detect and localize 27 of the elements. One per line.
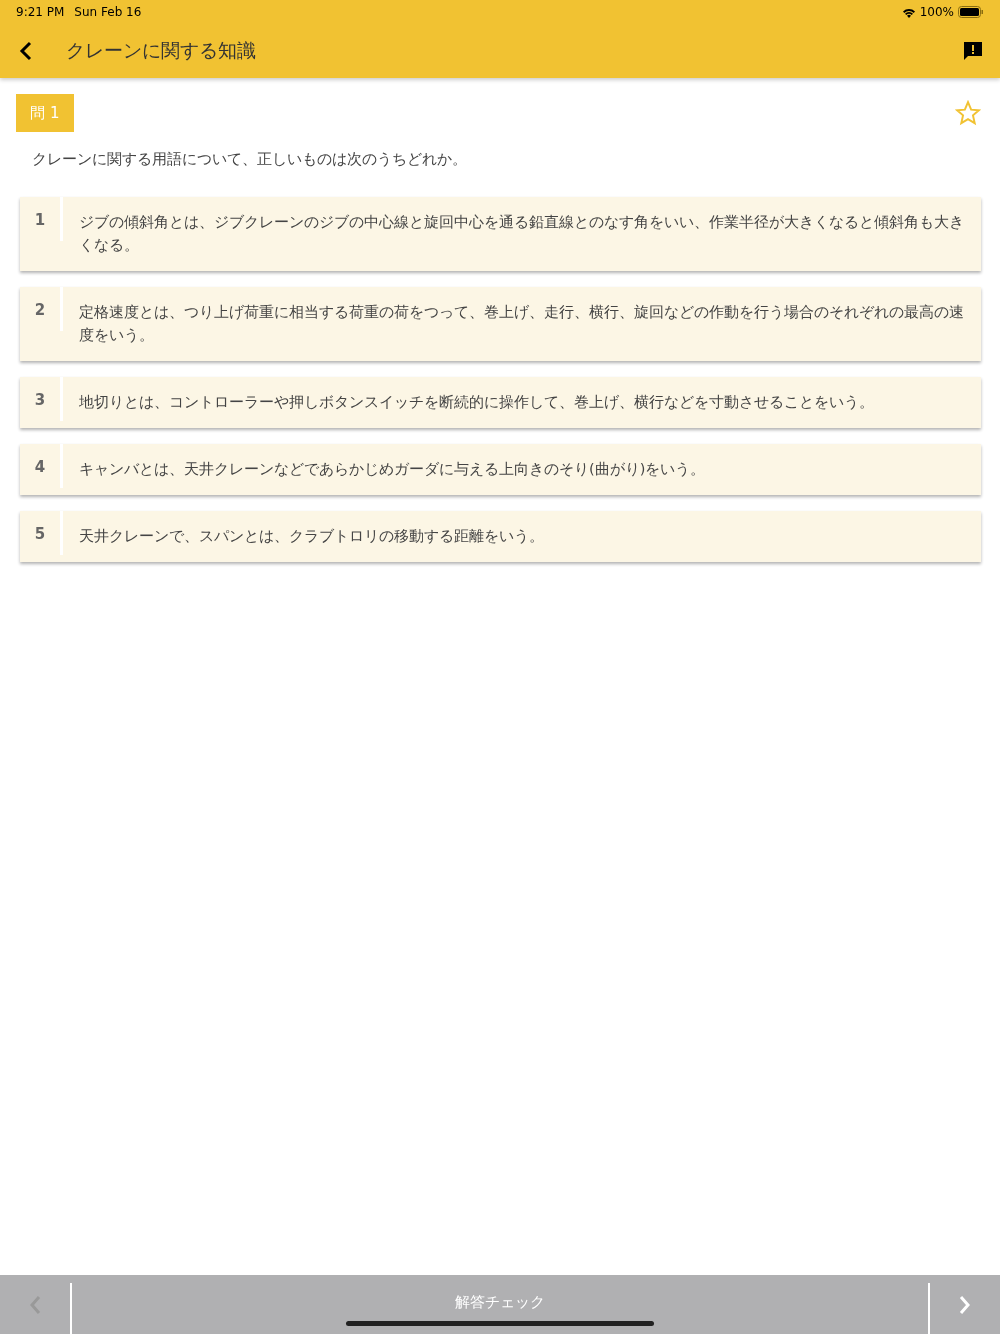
report-icon[interactable]	[962, 40, 984, 62]
option-number: 3	[20, 377, 63, 421]
answer-option[interactable]: 2 定格速度とは、つり上げ荷重に相当する荷重の荷をつって、巻上げ、走行、横行、旋回などの作動を行う場合のそれぞれの最高の速度をいう。	[20, 287, 981, 361]
option-number: 4	[20, 444, 63, 488]
question-text: クレーンに関する用語について、正しいものは次のうちどれか。	[32, 150, 468, 169]
chevron-left-icon	[28, 1293, 42, 1316]
wifi-icon	[901, 6, 916, 18]
answer-option[interactable]: 3 地切りとは、コントローラーや押しボタンスイッチを断続的に操作して、巻上げ、横行などを寸動させることをいう。	[20, 377, 981, 428]
option-text: キャンバとは、天井クレーンなどであらかじめガーダに与える上向きのそり(曲がり)をいう。	[78, 460, 707, 479]
chevron-right-icon	[958, 1293, 972, 1316]
status-date: Sun Feb 16	[74, 5, 142, 19]
option-number: 5	[20, 511, 63, 555]
option-number: 2	[20, 287, 63, 331]
answer-option[interactable]: 4 キャンバとは、天井クレーンなどであらかじめガーダに与える上向きのそり(曲がり)をいう。	[20, 444, 981, 495]
screen-title: クレーンに関する知識	[66, 38, 257, 63]
option-text: 地切りとは、コントローラーや押しボタンスイッチを断続的に操作して、巻上げ、横行などを寸動させることをいう。	[78, 393, 875, 412]
option-number: 1	[20, 197, 63, 241]
answer-option[interactable]: 5 天井クレーンで、スパンとは、クラブトロリの移動する距離をいう。	[20, 511, 981, 562]
status-time: 9:21 PM	[16, 5, 65, 19]
option-text: 天井クレーンで、スパンとは、クラブトロリの移動する距離をいう。	[78, 527, 545, 546]
star-icon[interactable]	[955, 100, 981, 126]
question-number: 問 1	[16, 94, 74, 132]
battery-icon	[958, 6, 984, 18]
battery-percent: 100%	[919, 5, 954, 19]
option-text: 定格速度とは、つり上げ荷重に相当する荷重の荷をつって、巻上げ、走行、横行、旋回などの作動を行う場合のそれぞれの最高の速度をいう。	[78, 303, 965, 345]
option-text: ジブの傾斜角とは、ジブクレーンのジブの中心線と旋回中心を通る鉛直線とのなす角をいい、作業半径が大きくなると傾斜角も大きくなる。	[78, 213, 965, 255]
answer-option[interactable]: 1 ジブの傾斜角とは、ジブクレーンのジブの中心線と旋回中心を通る鉛直線とのなす角をいい、作業半径が大きくなると傾斜角も大きくなる。	[20, 197, 981, 271]
